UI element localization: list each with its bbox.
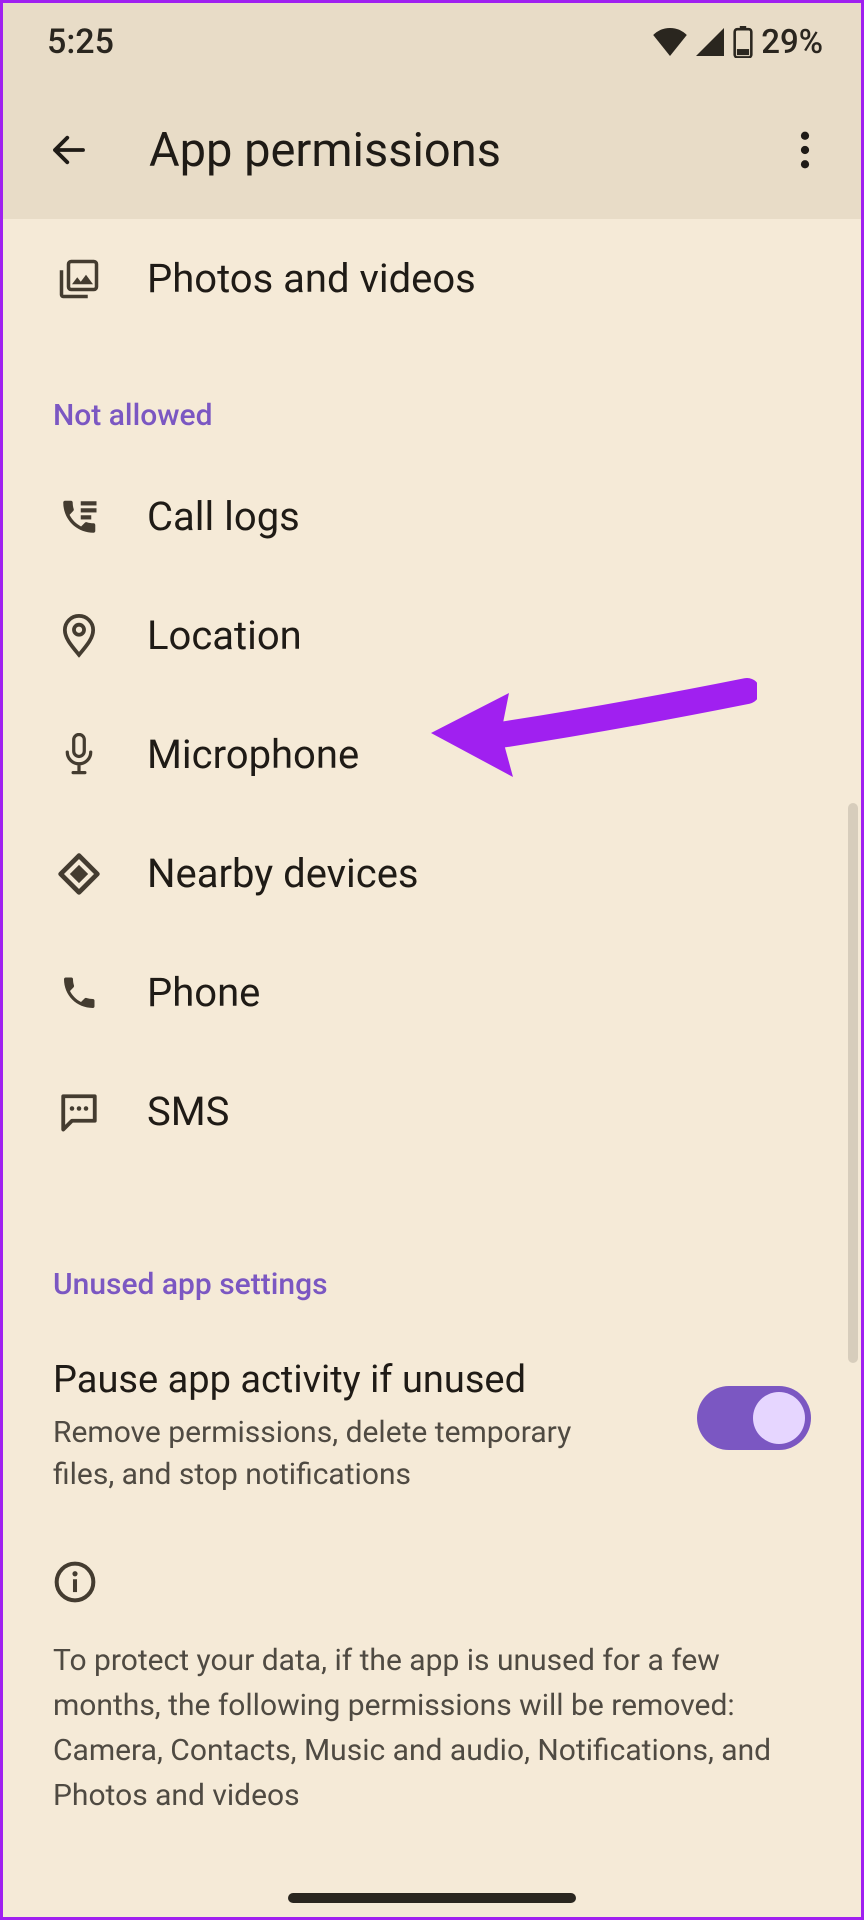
info-text: To protect your data, if the app is unus… [3,1608,861,1848]
signal-icon [695,28,725,56]
permission-row-phone[interactable]: Phone [3,933,861,1052]
location-icon [57,614,101,658]
nearby-icon [57,852,101,896]
permission-row-nearby-devices[interactable]: Nearby devices [3,814,861,933]
photos-icon [57,258,101,300]
gesture-nav-bar [288,1893,576,1903]
back-button[interactable] [33,114,105,186]
permission-row-call-logs[interactable]: Call logs [3,445,861,576]
info-row [3,1506,861,1608]
permission-label: Photos and videos [147,255,476,302]
permission-label: Nearby devices [147,850,419,897]
microphone-icon [57,733,101,777]
permission-label: Phone [147,969,260,1016]
permission-row-location[interactable]: Location [3,576,861,695]
pause-title: Pause app activity if unused [53,1358,669,1402]
status-bar: 5:25 29% [3,3,861,81]
app-bar: App permissions [3,81,861,219]
info-icon [53,1560,97,1604]
pause-activity-row[interactable]: Pause app activity if unused Remove perm… [3,1314,861,1506]
pause-subtitle: Remove permissions, delete temporary fil… [53,1412,613,1496]
permission-label: Call logs [147,493,300,540]
arrow-back-icon [48,129,90,171]
more-vert-icon [800,131,810,169]
page-title: App permissions [149,123,769,178]
section-header-not-allowed: Not allowed [3,338,861,445]
call-log-icon [57,496,101,538]
battery-icon [733,26,753,58]
battery-percent: 29% [761,23,823,62]
permission-label: Microphone [147,731,359,778]
more-options-button[interactable] [769,114,841,186]
wifi-icon [653,28,687,56]
phone-icon [57,973,101,1013]
content: Photos and videos Not allowed Call logs … [3,219,861,1848]
permission-label: Location [147,612,302,659]
permission-row-microphone[interactable]: Microphone [3,695,861,814]
permission-row-photos[interactable]: Photos and videos [3,219,861,338]
section-header-unused: Unused app settings [3,1171,861,1314]
permission-row-sms[interactable]: SMS [3,1052,861,1171]
pause-toggle[interactable] [697,1386,811,1450]
permission-label: SMS [147,1088,229,1135]
status-time: 5:25 [47,22,114,62]
toggle-knob [753,1392,805,1444]
sms-icon [57,1091,101,1133]
scroll-indicator [848,803,858,1363]
status-right: 29% [653,23,823,62]
